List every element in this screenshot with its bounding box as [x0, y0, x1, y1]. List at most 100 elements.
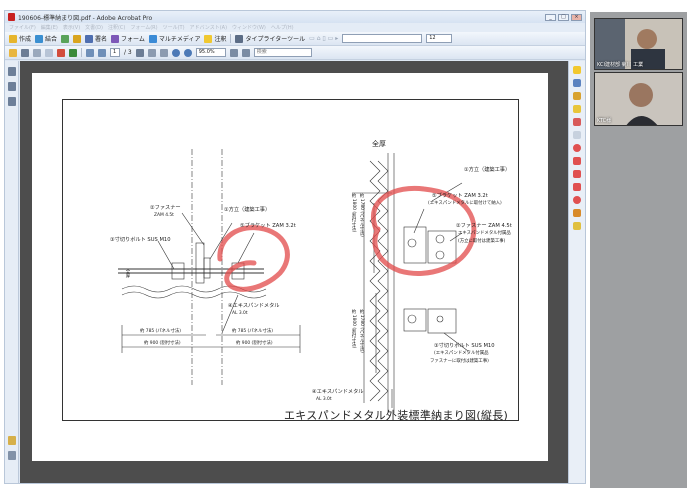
menu-tools[interactable]: ツール(T): [163, 24, 185, 31]
drawing-title: エキスパンドメタル外装標準納まり図(縦長): [284, 409, 509, 422]
left-dim-panel-2: 約 785 (パネル寸法): [232, 329, 273, 334]
menu-bar: ファイル(F) 編集(E) 表示(V) 文書(D) 注釈(C) フォーム(R) …: [5, 23, 585, 32]
line-tool-icon[interactable]: [573, 170, 581, 178]
email-icon[interactable]: [45, 48, 53, 57]
right-vdim-1: 約 1800 (割付寸法): [351, 193, 356, 233]
right-fastener-note-2: (方立に取付は建築工事): [458, 239, 506, 244]
multimedia-button[interactable]: マルチメディア: [148, 34, 200, 43]
arrow-tool-icon[interactable]: [573, 157, 581, 165]
bookmarks-icon[interactable]: [7, 82, 16, 91]
marquee-zoom-icon[interactable]: [159, 48, 168, 57]
forms-icon: [111, 34, 120, 43]
menu-window[interactable]: ウィンドウ(W): [232, 24, 266, 31]
attach-icon[interactable]: [573, 131, 581, 139]
save-icon[interactable]: [33, 48, 41, 57]
forms-label: フォーム: [121, 36, 145, 43]
comment-button[interactable]: 注釈: [204, 34, 226, 43]
zoom-out-icon[interactable]: [171, 48, 180, 57]
minimize-button[interactable]: _: [545, 13, 556, 21]
signatures-icon[interactable]: [7, 97, 16, 106]
forms-button[interactable]: フォーム: [111, 34, 145, 43]
create-icon: [9, 34, 17, 43]
page-number-input[interactable]: 1: [110, 48, 120, 57]
menu-forms[interactable]: フォーム(R): [130, 24, 157, 31]
left-expanded-spec: AL 3.0t: [232, 311, 248, 316]
menu-comments[interactable]: 注釈(C): [108, 24, 125, 31]
callout-tool-icon[interactable]: [573, 222, 581, 230]
close-button[interactable]: ×: [571, 13, 582, 21]
typewriter-button[interactable]: タイプライターツール: [235, 34, 305, 43]
underline-icon[interactable]: [573, 118, 581, 126]
participant-video-1[interactable]: KCI建材部 菊川 工業: [594, 18, 683, 70]
right-expanded-label: ④エキスパンドメタル: [312, 389, 364, 395]
secure-button[interactable]: [73, 34, 82, 43]
lock-icon: [73, 34, 82, 43]
right-bracket-label: ⑤ブラケット ZAM 3.2t: [432, 193, 488, 199]
comments-list-icon[interactable]: [7, 436, 16, 445]
navigation-pane: [5, 61, 19, 483]
multimedia-icon: [148, 34, 157, 43]
oval-tool-icon[interactable]: [573, 144, 581, 152]
comment-tools-pane: [568, 61, 585, 483]
hand-tool-icon[interactable]: [147, 48, 156, 57]
review-icon[interactable]: [57, 48, 65, 57]
select-text-icon[interactable]: [135, 48, 144, 57]
zoom-in-icon[interactable]: [183, 48, 192, 57]
create-button[interactable]: 作成: [9, 34, 31, 43]
rectangle-tool-icon[interactable]: [573, 183, 581, 191]
previous-page-icon[interactable]: [86, 48, 94, 57]
toolbar-separator: [81, 48, 82, 57]
zoom-level-select[interactable]: 95.0%: [195, 48, 226, 57]
search-input[interactable]: 検索: [253, 48, 312, 57]
print-icon[interactable]: [21, 48, 29, 57]
combine-button[interactable]: 結合: [35, 34, 57, 43]
maximize-button[interactable]: □: [558, 13, 569, 21]
right-bolt-note-1: (エキスパンドメタル付属品: [434, 351, 489, 356]
highlight-icon[interactable]: [573, 105, 581, 113]
menu-document[interactable]: 文書(D): [85, 24, 103, 31]
create-label: 作成: [19, 36, 32, 43]
sticky-note-icon[interactable]: [573, 66, 581, 74]
font-size-select[interactable]: 12: [426, 34, 453, 43]
pages-icon[interactable]: [7, 67, 16, 76]
left-fastener-label: ②ファスナー: [150, 205, 181, 211]
pencil-tool-icon[interactable]: [573, 209, 581, 217]
video-call-panel: KCI建材部 菊川 工業 KTC様: [590, 12, 687, 488]
circle-tool-icon[interactable]: [573, 196, 581, 204]
attachments-icon[interactable]: [7, 451, 16, 460]
participant-video-2[interactable]: KTC様: [594, 72, 683, 126]
left-dim-panel-1: 約 785 (パネル寸法): [140, 329, 181, 334]
right-vdim-4: 約 1780 (パネル寸法): [359, 309, 364, 353]
right-expanded-spec: AL 3.0t: [316, 397, 332, 402]
menu-file[interactable]: ファイル(F): [9, 24, 36, 31]
sign-button[interactable]: 署名: [85, 34, 107, 43]
menu-advanced[interactable]: アドバンスト(A): [190, 24, 227, 31]
share-button[interactable]: [61, 34, 70, 43]
file-toolbar: 1 / 3 95.0% 検索: [5, 46, 585, 60]
stamp-icon[interactable]: [573, 92, 581, 100]
menu-edit[interactable]: 編集(E): [41, 24, 58, 31]
acrobat-pdf-icon: [8, 13, 15, 21]
menu-view[interactable]: 表示(V): [63, 24, 80, 31]
menu-help[interactable]: ヘルプ(H): [271, 24, 294, 31]
open-folder-icon[interactable]: [9, 48, 17, 57]
document-area[interactable]: ②ファスナー ZAM 4.5t ①方立（建築工事） ⑤ブラケット ZAM 3.2…: [20, 61, 570, 483]
page-total: / 3: [124, 49, 132, 56]
right-top-label: 全厚: [372, 140, 386, 148]
typewriter-icon: [235, 34, 244, 43]
right-vdim-2: 約 1780 (パネル寸法): [359, 193, 364, 237]
left-side-label: 全厚: [125, 269, 130, 278]
participant-2-name: KTC様: [597, 118, 612, 124]
share-icon[interactable]: [69, 48, 77, 57]
right-vdim-3: 約 1800 (割付寸法): [351, 309, 356, 349]
text-edit-icon[interactable]: [573, 79, 581, 87]
next-page-icon[interactable]: [98, 48, 106, 57]
sign-label: 署名: [95, 36, 108, 43]
fit-page-icon[interactable]: [229, 48, 238, 57]
left-expanded-label: ④エキスパンドメタル: [228, 303, 280, 309]
title-bar: 190606-標準納まり図.pdf - Adobe Acrobat Pro _ …: [5, 11, 585, 23]
font-name-select[interactable]: [342, 34, 423, 43]
right-column-label: ①方立（建築工事）: [464, 167, 511, 173]
window-title: 190606-標準納まり図.pdf - Adobe Acrobat Pro: [18, 14, 153, 22]
fit-width-icon[interactable]: [241, 48, 250, 57]
